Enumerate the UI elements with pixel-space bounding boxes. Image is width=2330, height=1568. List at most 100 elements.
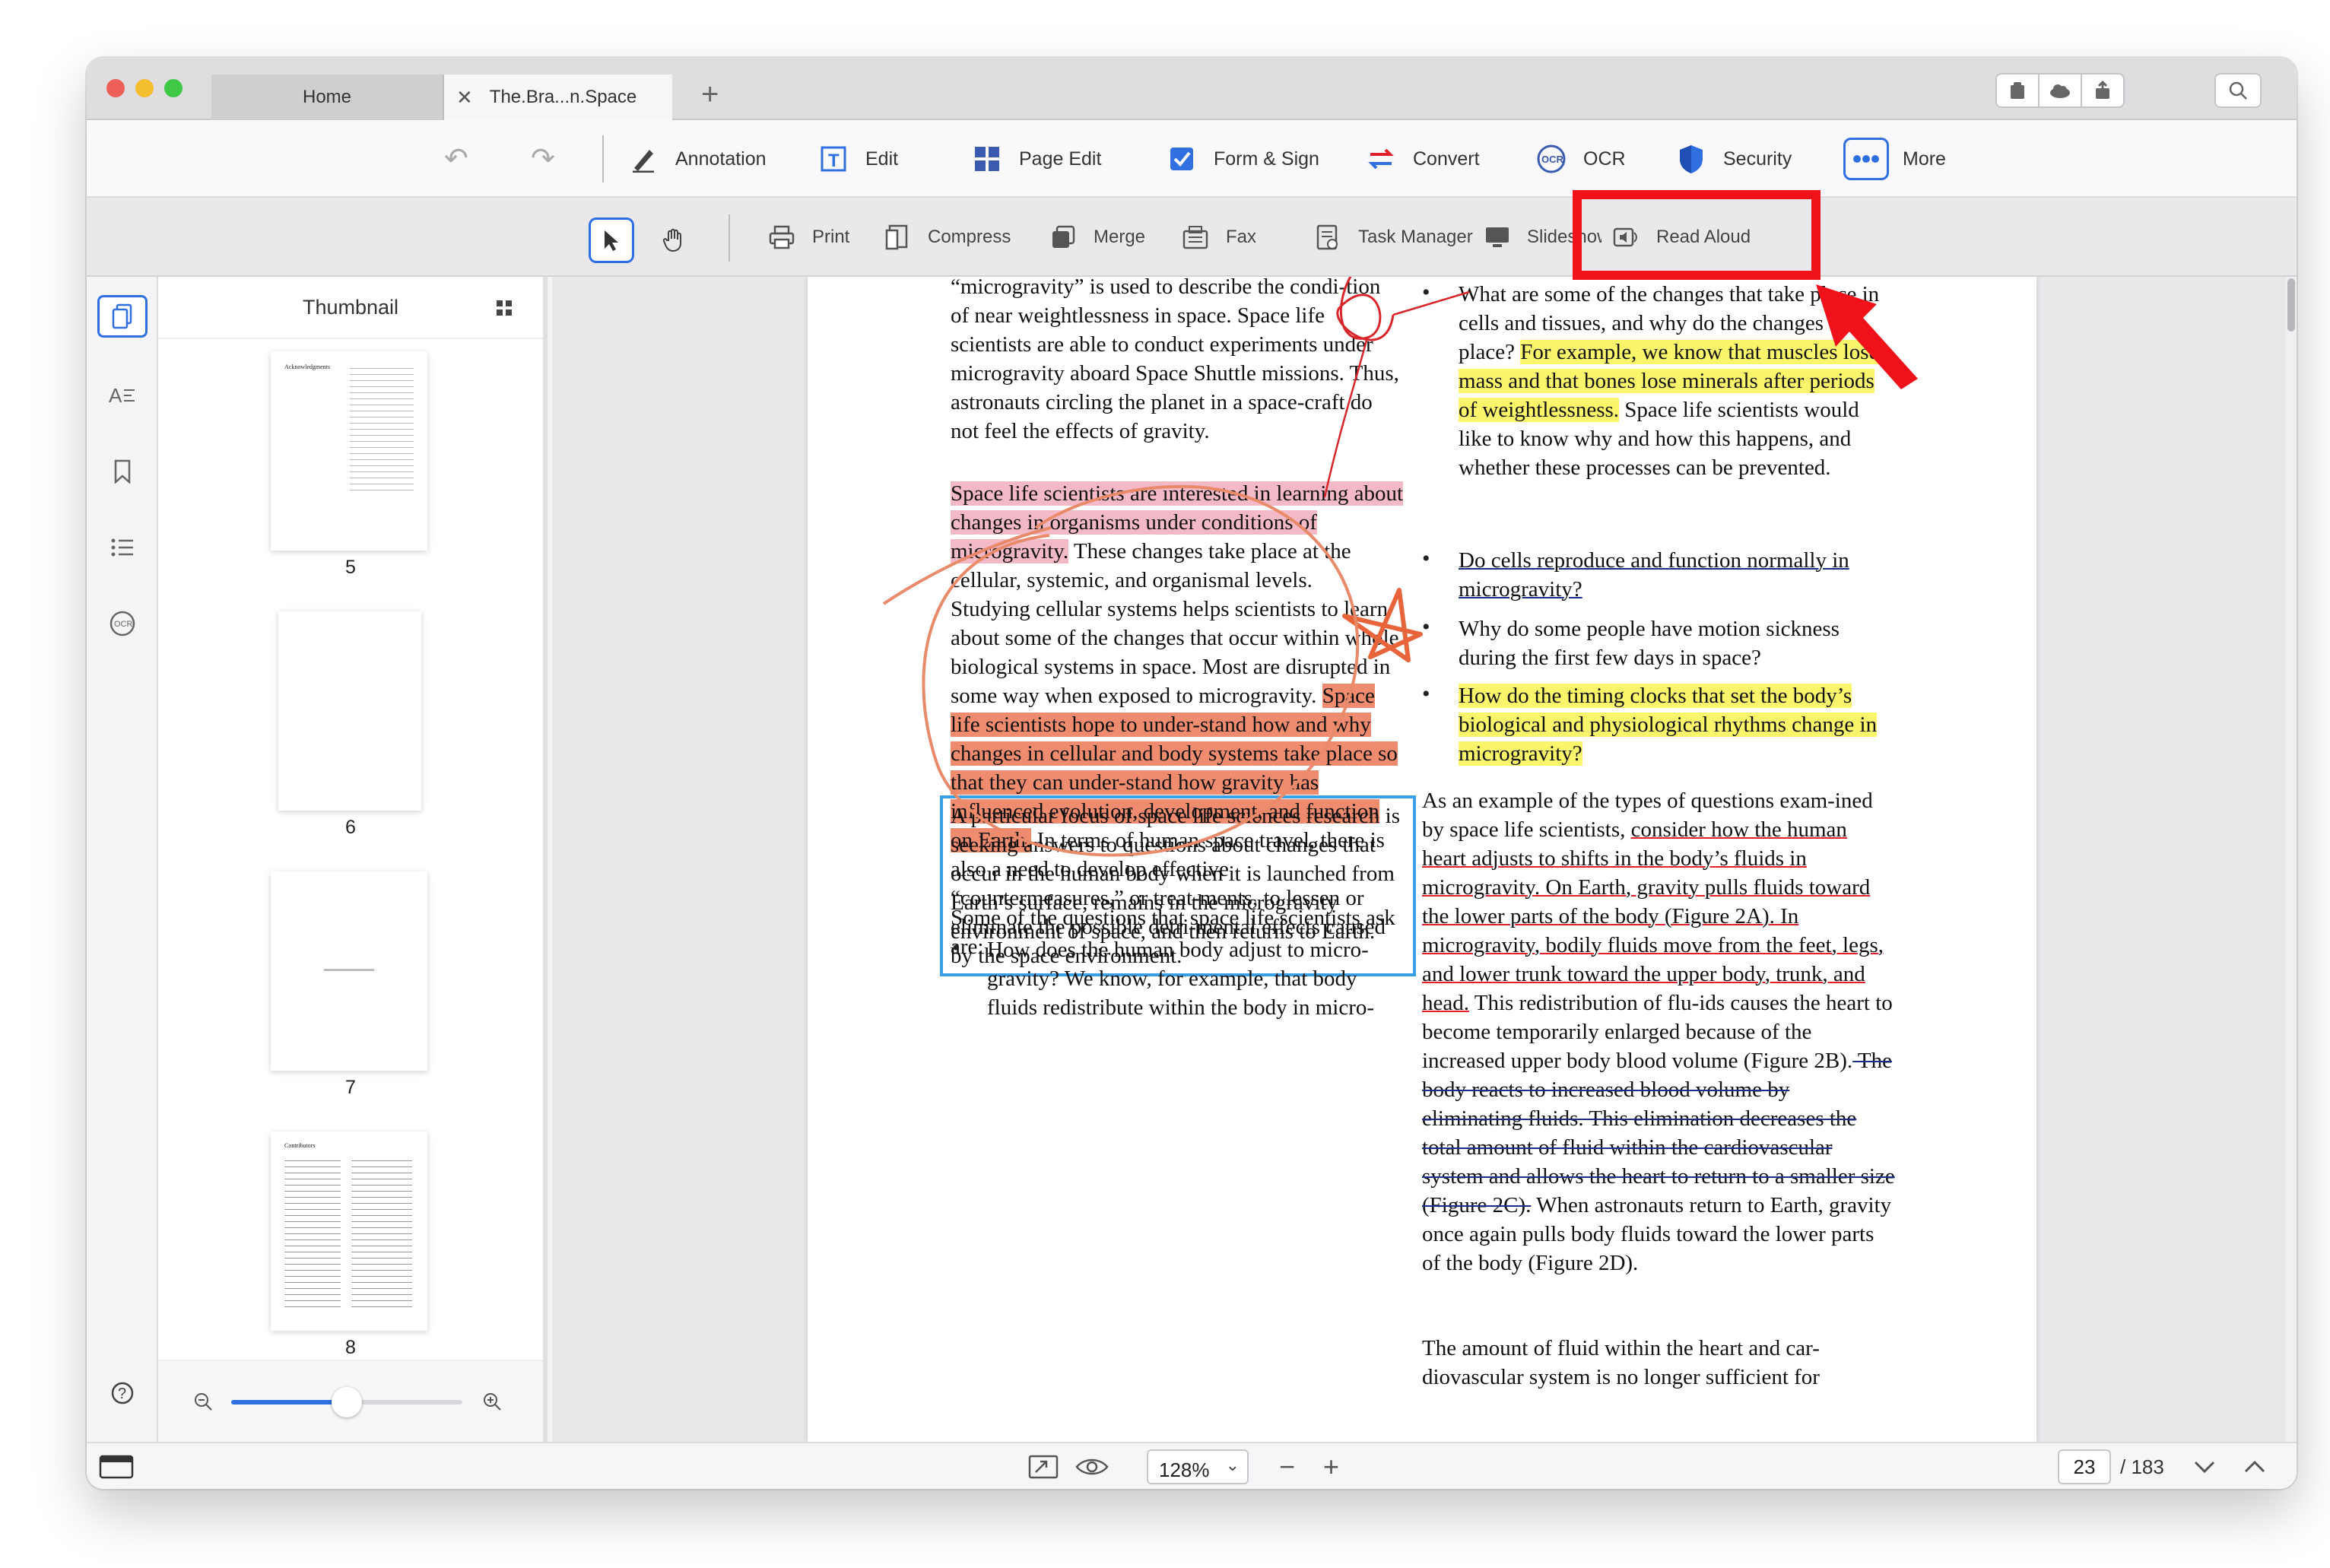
outline-list-button[interactable] (97, 526, 148, 569)
fax-button[interactable]: Fax (1182, 198, 1256, 277)
close-tab-icon[interactable]: ✕ (456, 86, 473, 110)
edit-label: Edit (865, 148, 899, 170)
svg-text:OCR: OCR (114, 620, 133, 629)
annotation-pen-icon (628, 144, 659, 174)
panel-toggle-button[interactable] (99, 1443, 134, 1489)
edit-text-icon: T (818, 144, 849, 174)
redo-icon[interactable]: ↷ (531, 141, 555, 176)
page-edit-label: Page Edit (1019, 148, 1102, 170)
hand-tool-button[interactable] (651, 217, 697, 263)
chevron-down-icon: ⌄ (1225, 1455, 1240, 1474)
grid-view-icon[interactable] (496, 300, 513, 316)
fit-page-icon (1028, 1455, 1059, 1479)
zoom-out-button[interactable]: − (1279, 1443, 1295, 1489)
zoom-window-button[interactable] (164, 79, 183, 97)
select-tool-button[interactable] (589, 217, 634, 263)
more-button[interactable]: More (1843, 120, 1946, 198)
help-button[interactable]: ? (97, 1372, 148, 1414)
zoom-in-icon[interactable] (482, 1392, 502, 1411)
printer-icon (768, 224, 795, 251)
more-dots-icon (1843, 138, 1889, 180)
form-sign-label: Form & Sign (1214, 148, 1319, 170)
thumbnail-page-8[interactable]: Contributors (271, 1132, 427, 1331)
svg-text:OCR: OCR (1541, 154, 1564, 165)
scrollbar-thumb[interactable] (2287, 278, 2295, 332)
search-button[interactable] (2214, 73, 2262, 108)
security-button[interactable]: Security (1676, 120, 1792, 198)
convert-button[interactable]: Convert (1366, 120, 1480, 198)
read-aloud-callout-box (1573, 190, 1821, 280)
title-bar: Home ✕ The.Bra...n.Space + (87, 58, 2297, 120)
help-icon: ? (111, 1382, 134, 1405)
zoom-out-icon[interactable] (193, 1392, 213, 1411)
thumbnail-view-button[interactable] (97, 295, 148, 338)
minimize-window-button[interactable] (135, 79, 154, 97)
edit-button[interactable]: T Edit (818, 120, 898, 198)
left-sidebar-rail: A OCR ? (87, 277, 158, 1442)
page-number-input[interactable]: 23 (2058, 1449, 2111, 1484)
tab-document[interactable]: ✕ The.Bra...n.Space (444, 75, 672, 120)
tab-document-label: The.Bra...n.Space (489, 87, 637, 107)
convert-arrows-icon (1366, 144, 1396, 174)
form-sign-button[interactable]: Form & Sign (1167, 120, 1319, 198)
new-tab-button[interactable]: + (701, 78, 719, 112)
thumbnail-title: Thumbnail (302, 295, 399, 319)
callout-arrow-icon (1816, 284, 1918, 389)
tab-home[interactable]: Home (211, 75, 444, 120)
zoom-select[interactable]: 128% ⌄ (1147, 1449, 1249, 1484)
thumbnail-page-number: 5 (345, 557, 356, 578)
ocr-button[interactable]: OCR OCR (1536, 120, 1626, 198)
chevron-down-icon (2194, 1461, 2215, 1474)
task-manager-icon (1314, 224, 1341, 251)
slider-knob[interactable] (332, 1387, 362, 1417)
share-button[interactable] (2081, 73, 2125, 108)
app-window: Home ✕ The.Bra...n.Space + ↶ ↷ Annotatio… (87, 58, 2297, 1489)
thumbnail-page-6[interactable] (278, 611, 421, 811)
thumbnail-text-lines (284, 1157, 341, 1309)
vertical-scrollbar[interactable] (2286, 277, 2297, 1442)
ocr-sidebar-button[interactable]: OCR (97, 602, 148, 645)
ocr-icon: OCR (1536, 144, 1567, 174)
shield-icon (1676, 144, 1706, 174)
zoom-value: 128% (1159, 1458, 1210, 1481)
annotation-label: Annotation (675, 148, 767, 170)
page-edit-button[interactable]: Page Edit (972, 120, 1101, 198)
fit-page-button[interactable] (1028, 1443, 1059, 1489)
monitor-icon (1484, 224, 1510, 251)
clipboard-button[interactable] (1995, 73, 2040, 108)
close-window-button[interactable] (106, 79, 125, 97)
compress-button[interactable]: Compress (884, 198, 1011, 277)
fax-icon (1182, 224, 1209, 251)
tab-home-label: Home (302, 87, 352, 107)
view-mode-button[interactable] (1075, 1443, 1109, 1489)
checkbox-icon (1167, 144, 1197, 174)
chevron-up-icon (2244, 1460, 2265, 1473)
previous-page-button[interactable] (2243, 1443, 2266, 1489)
page-grid-icon (972, 144, 1002, 174)
merge-button[interactable]: Merge (1049, 198, 1145, 277)
clipboard-icon (2011, 82, 2024, 99)
thumbnail-header: Thumbnail (158, 277, 543, 339)
annotation-button[interactable]: Annotation (628, 120, 767, 198)
thumbnail-page-7[interactable] (271, 871, 427, 1071)
document-viewer[interactable]: “microgravity” is used to describe the c… (552, 277, 2297, 1442)
task-manager-button[interactable]: Task Manager (1314, 198, 1473, 277)
print-button[interactable]: Print (768, 198, 849, 277)
share-icon (2096, 81, 2109, 99)
total-pages: / 183 (2120, 1455, 2164, 1478)
thumbnail-page-5[interactable]: Acknowledgments (271, 351, 427, 551)
bookmarks-button[interactable] (97, 450, 148, 493)
undo-icon[interactable]: ↶ (444, 141, 468, 176)
thumbnail-text-lines (351, 1157, 412, 1309)
text-outline-button[interactable]: A (97, 374, 148, 417)
cloud-button[interactable] (2038, 73, 2082, 108)
toolbar-divider (602, 135, 604, 183)
svg-text:T: T (828, 151, 840, 171)
thumbnail-page-number: 8 (345, 1337, 356, 1358)
next-page-button[interactable] (2193, 1443, 2216, 1489)
thumbnail-panel: Thumbnail Acknowledgments 5 6 7 Contribu… (158, 277, 548, 1442)
task-manager-label: Task Manager (1358, 227, 1473, 247)
zoom-in-button[interactable]: + (1323, 1443, 1339, 1489)
hand-icon (662, 228, 681, 252)
pages-icon (112, 303, 132, 329)
